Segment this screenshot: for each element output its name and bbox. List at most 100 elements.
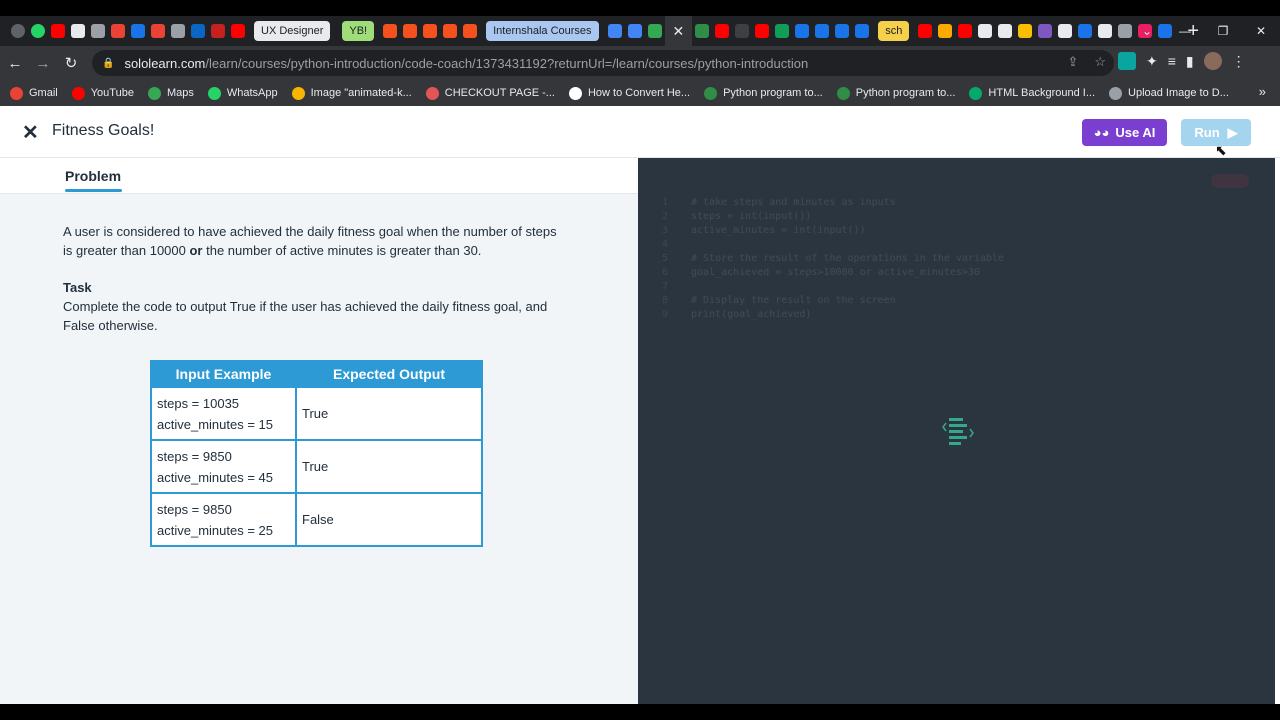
tab-icon[interactable] <box>383 24 398 38</box>
tab-icon[interactable] <box>211 24 225 38</box>
tab-icon[interactable] <box>835 24 850 38</box>
tab-ux-designer[interactable]: UX Designer <box>254 21 331 41</box>
youtube-tab-icon[interactable] <box>958 24 973 38</box>
tab-strip: UX Designer YB! Internshala Courses ✕ sc… <box>0 16 1280 46</box>
avatar[interactable] <box>1203 52 1222 70</box>
close-lesson-icon[interactable]: ✕ <box>22 120 39 145</box>
use-ai-button[interactable]: ◕◕ Use AI <box>1082 119 1167 146</box>
youtube-tab-icon[interactable] <box>918 24 933 38</box>
tab-icon[interactable] <box>1058 24 1073 38</box>
youtube-tab-icon[interactable] <box>755 24 770 38</box>
gmail-tab-icon[interactable] <box>151 24 165 38</box>
bottom-letterbox <box>0 704 1280 720</box>
bookmarks-overflow-icon[interactable]: » <box>1259 84 1266 99</box>
tab-icon[interactable] <box>815 24 830 38</box>
run-label: Run <box>1194 125 1220 140</box>
globe-tab-icon[interactable] <box>91 24 105 38</box>
tab-icon[interactable] <box>423 24 438 38</box>
page-title: Fitness Goals! <box>52 122 155 139</box>
tab-icon[interactable] <box>938 24 953 38</box>
bookmark-item[interactable]: Python program to... <box>836 86 955 100</box>
examples-table: Input Example Expected Output steps = 10… <box>150 360 483 547</box>
whatsapp-tab-icon[interactable] <box>31 24 45 38</box>
tab-icon[interactable] <box>735 24 750 38</box>
bookmark-label: Maps <box>166 87 194 99</box>
tab-yb[interactable]: YB! <box>342 21 375 41</box>
bookmark-item[interactable]: CHECKOUT PAGE -... <box>425 86 555 100</box>
code-editor[interactable]: 1 # take steps and minutes as inputs 2 ste… <box>662 196 1004 322</box>
tab-icon[interactable] <box>131 24 145 38</box>
bookmark-item[interactable]: YouTube <box>71 86 134 100</box>
bookmark-item[interactable]: Image "animated-k... <box>291 86 412 100</box>
bookmark-item[interactable]: Upload Image to D... <box>1109 86 1229 100</box>
line-number: 8 <box>662 295 669 306</box>
side-panel-icon[interactable]: ▮ <box>1186 53 1194 70</box>
gmail-tab-icon[interactable] <box>111 24 125 38</box>
tab-close-icon[interactable]: ✕ <box>673 23 685 40</box>
forward-icon[interactable]: → <box>30 55 56 72</box>
close-window-icon[interactable]: ✕ <box>1242 24 1280 38</box>
code-text: # Display the result on the screen <box>691 295 896 306</box>
tab-icon[interactable] <box>1038 24 1053 38</box>
youtube-tab-icon[interactable] <box>715 24 730 38</box>
tab-sch[interactable]: sch <box>878 21 910 41</box>
column-header: Expected Output <box>295 360 483 388</box>
tab-icon[interactable] <box>775 24 790 38</box>
bookmark-star-icon[interactable]: ☆ <box>1094 54 1106 70</box>
tab-icon[interactable] <box>998 24 1013 38</box>
tab-search-icon[interactable]: ⌄ <box>1128 24 1166 38</box>
tab-icon[interactable] <box>855 24 870 38</box>
bookmark-item[interactable]: HTML Background I... <box>969 86 1095 100</box>
input-line: steps = 9850 <box>157 501 232 517</box>
tab-icon[interactable] <box>403 24 418 38</box>
bookmark-label: WhatsApp <box>226 87 278 99</box>
extension-icon[interactable] <box>1118 52 1136 70</box>
tab-icon[interactable] <box>647 24 662 38</box>
bookmark-item[interactable]: Maps <box>147 86 194 100</box>
menu-kebab-icon[interactable]: ⋮ <box>1232 53 1246 70</box>
tab-icon[interactable] <box>1078 24 1093 38</box>
sololearn-page: ✕ Fitness Goals! ◕◕ Use AI Run ▶ ⬉ Probl… <box>0 106 1280 704</box>
bookmark-item[interactable]: Python program to... <box>704 86 823 100</box>
globe-tab-icon[interactable] <box>171 24 185 38</box>
share-icon[interactable]: ⇪ <box>1067 54 1078 70</box>
active-tab[interactable]: ✕ <box>664 16 693 46</box>
linkedin-tab-icon[interactable] <box>191 24 205 38</box>
tab-icon[interactable] <box>695 24 710 38</box>
chrome-icon[interactable] <box>11 24 25 38</box>
tab-icon[interactable] <box>443 24 458 38</box>
output-cell: True <box>295 439 483 494</box>
bookmark-item[interactable]: How to Convert He... <box>568 86 690 100</box>
bookmark-item[interactable]: WhatsApp <box>207 86 278 100</box>
address-bar[interactable]: 🔒 sololearn.com/learn/courses/python-int… <box>92 50 1114 76</box>
reload-icon[interactable]: ↻ <box>58 54 84 72</box>
tab-icon[interactable] <box>1018 24 1033 38</box>
puzzle-icon[interactable]: ✦ <box>1146 53 1158 70</box>
bookmark-item[interactable]: Gmail <box>10 86 58 100</box>
bookmarks-bar: Gmail YouTube Maps WhatsApp Image "anima… <box>0 80 1280 106</box>
tab-icon[interactable] <box>1098 24 1113 38</box>
tab-internshala-courses[interactable]: Internshala Courses <box>486 21 599 41</box>
github-tab-icon[interactable] <box>71 24 85 38</box>
tab-problem[interactable]: Problem <box>65 168 121 184</box>
tab-icon[interactable] <box>627 24 642 38</box>
output-cell: True <box>295 386 483 441</box>
code-line: 5 # Store the result of the operations in… <box>662 252 1004 266</box>
youtube-tab-icon[interactable] <box>51 24 65 38</box>
tab-icon[interactable] <box>795 24 810 38</box>
tab-icon[interactable] <box>463 24 478 38</box>
w3schools-icon <box>969 86 983 100</box>
star-icon <box>291 86 305 100</box>
alpha-icon <box>568 86 582 100</box>
minimize-icon[interactable]: — <box>1166 24 1204 38</box>
tab-icon[interactable] <box>978 24 993 38</box>
lock-icon[interactable]: 🔒 <box>102 58 114 69</box>
tab-icon[interactable] <box>607 24 622 38</box>
gfg-icon <box>704 86 718 100</box>
active-tab-indicator <box>65 189 122 192</box>
youtube-tab-icon[interactable] <box>231 24 245 38</box>
loading-spinner-icon <box>942 418 974 445</box>
back-icon[interactable]: ← <box>2 55 28 72</box>
media-control-icon[interactable]: ≡ <box>1168 53 1176 69</box>
maximize-icon[interactable]: ❐ <box>1204 24 1242 38</box>
